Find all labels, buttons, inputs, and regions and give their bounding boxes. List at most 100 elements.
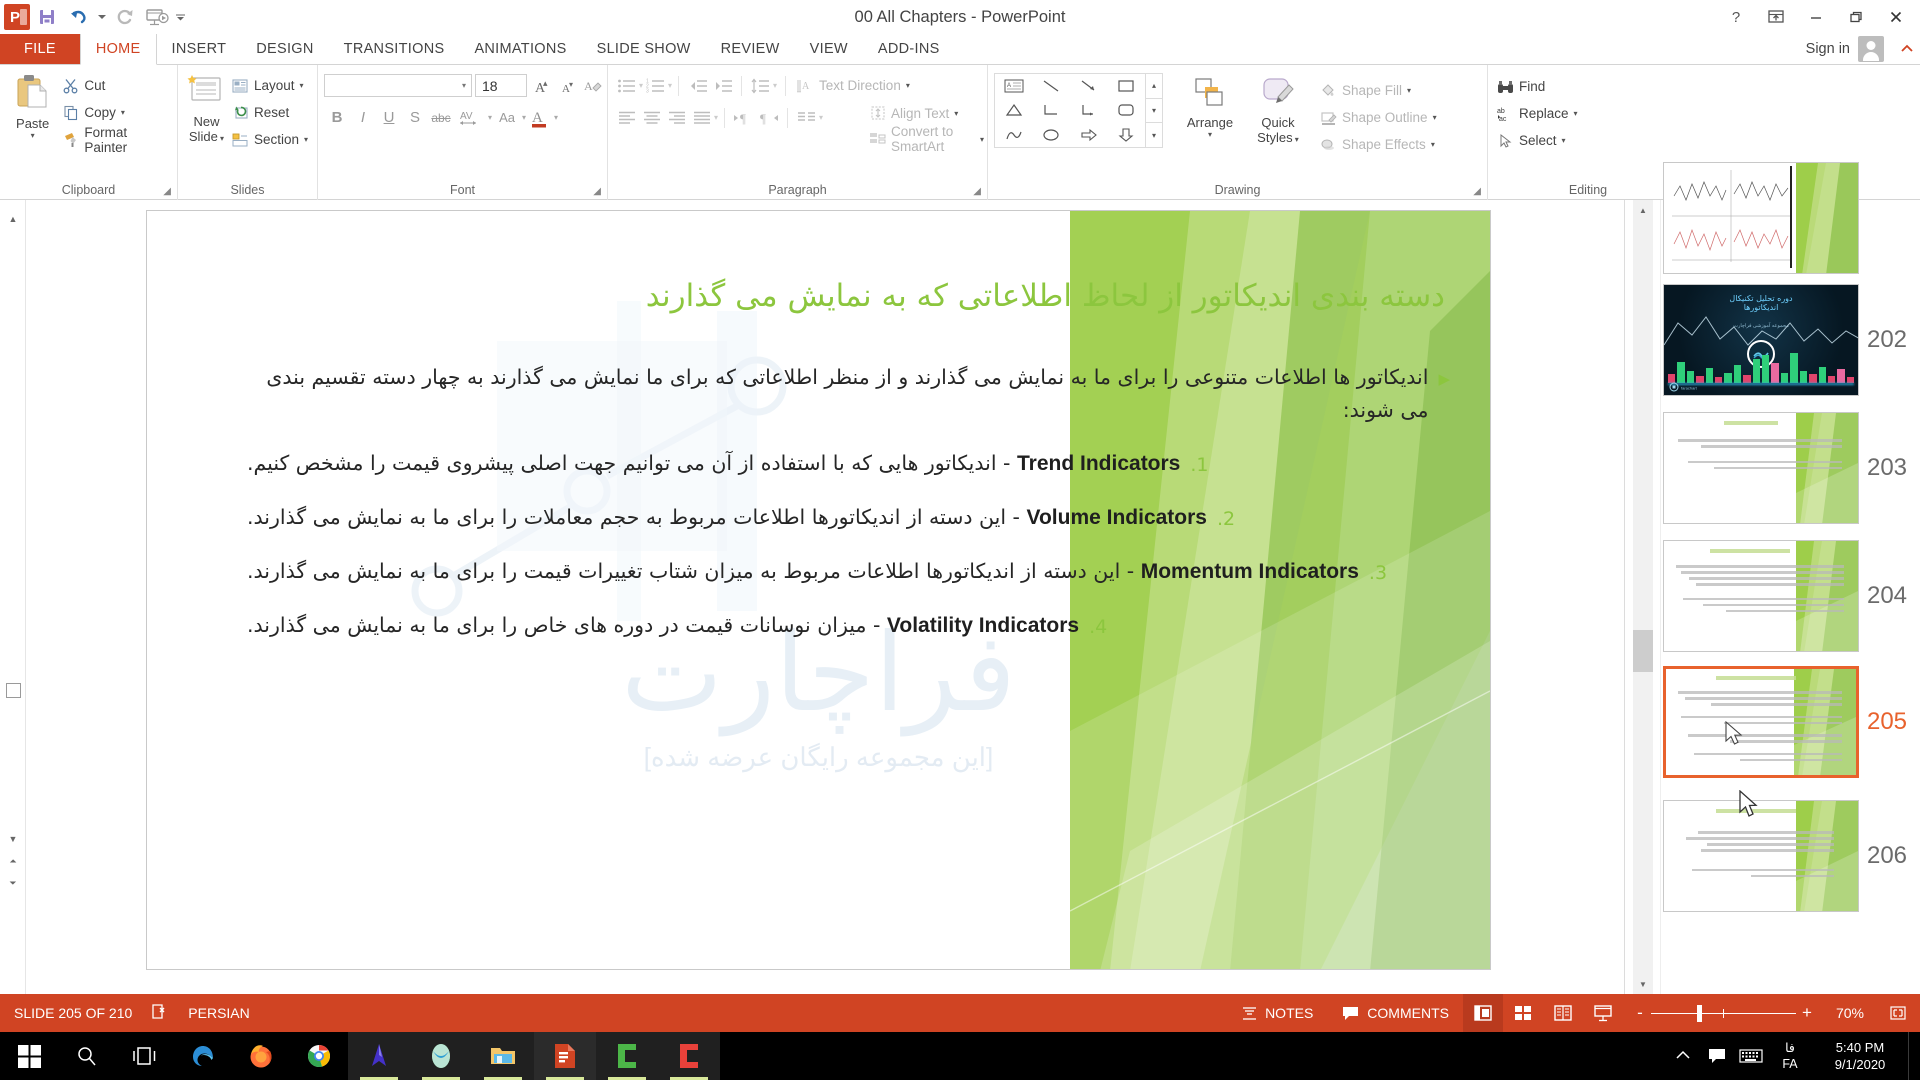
thumbnail-image[interactable]	[1663, 800, 1859, 912]
strikethrough-button[interactable]: abc	[428, 105, 454, 130]
left-to-right-button[interactable]: ¶	[731, 105, 756, 130]
character-spacing-button[interactable]: AV	[454, 105, 488, 130]
quick-styles-button[interactable]: Quick Styles ▾	[1245, 73, 1311, 147]
shape-oval[interactable]	[1033, 123, 1071, 147]
thumbnail-scroll-track[interactable]	[1633, 200, 1653, 994]
align-left-button[interactable]	[614, 105, 639, 130]
spellcheck-icon[interactable]	[150, 1003, 170, 1024]
amibroker-button[interactable]	[348, 1032, 410, 1080]
shape-triangle[interactable]	[995, 98, 1033, 122]
task-view-button[interactable]	[116, 1032, 174, 1080]
slide-thumbnail-panel[interactable]: ▲ ▼ دوره تحلیل تکنیکال اندیکاتورها مجموع…	[1624, 162, 1920, 994]
font-name-input[interactable]: ▾	[324, 74, 472, 97]
clipboard-dialog-launcher[interactable]: ◢	[163, 186, 171, 197]
numbering-dropdown-icon[interactable]: ▾	[668, 81, 672, 90]
paste-dropdown-icon[interactable]: ▾	[31, 131, 35, 140]
thumbnail-image[interactable]	[1663, 162, 1859, 274]
quick-styles-dropdown-icon[interactable]: ▾	[1293, 135, 1299, 144]
search-button[interactable]	[58, 1032, 116, 1080]
align-center-button[interactable]	[639, 105, 664, 130]
justify-dropdown-icon[interactable]: ▾	[714, 113, 718, 122]
ribbon-display-options-icon[interactable]	[1756, 2, 1796, 32]
copy-button[interactable]: Copy ▾	[59, 99, 171, 126]
layout-dropdown-icon[interactable]: ▾	[300, 81, 304, 90]
shape-fill-button[interactable]: Shape Fill ▾	[1317, 77, 1440, 104]
select-button[interactable]: Select ▾	[1494, 127, 1581, 154]
customize-qat-icon[interactable]	[174, 3, 186, 31]
save-icon[interactable]	[32, 3, 62, 31]
slideshow-view-button[interactable]	[1583, 994, 1623, 1032]
arrange-button[interactable]: Arrange ▾	[1175, 73, 1245, 139]
normal-view-button[interactable]	[1462, 994, 1503, 1032]
replace-dropdown-icon[interactable]: ▾	[1574, 109, 1578, 118]
shape-rounded-rect[interactable]	[1108, 98, 1146, 122]
reading-view-button[interactable]	[1543, 994, 1583, 1032]
decrease-indent-button[interactable]	[685, 73, 710, 98]
shrink-font-button[interactable]: A ▾	[553, 73, 579, 98]
thumbnail-scrollbar[interactable]: ▲ ▼	[1625, 200, 1661, 994]
font-color-dropdown-icon[interactable]: ▾	[554, 113, 558, 122]
align-right-button[interactable]	[664, 105, 689, 130]
drawing-dialog-launcher[interactable]: ◢	[1473, 186, 1481, 197]
shapes-more-icon[interactable]: ▾	[1146, 123, 1162, 147]
zoom-in-button[interactable]: +	[1796, 1003, 1818, 1023]
camtasia-green-button[interactable]	[596, 1032, 658, 1080]
shape-fill-dropdown-icon[interactable]: ▾	[1407, 86, 1411, 95]
thumbnail-205[interactable]: 205	[1663, 666, 1920, 778]
thumbnail-201[interactable]	[1663, 162, 1920, 274]
format-painter-button[interactable]: Format Painter	[59, 125, 171, 155]
tab-review[interactable]: REVIEW	[706, 34, 795, 64]
undo-icon[interactable]	[64, 3, 94, 31]
line-spacing-button[interactable]	[748, 73, 773, 98]
shapes-scroll-down-icon[interactable]: ▾	[1146, 99, 1162, 124]
powerpoint-button[interactable]	[534, 1032, 596, 1080]
bullets-button[interactable]	[614, 73, 639, 98]
shape-outline-dropdown-icon[interactable]: ▾	[1433, 113, 1437, 122]
tab-transitions[interactable]: TRANSITIONS	[329, 34, 460, 64]
font-color-button[interactable]: A	[526, 105, 554, 130]
fit-slide-button[interactable]	[1876, 994, 1920, 1032]
shapes-scroll-up-icon[interactable]: ▴	[1146, 74, 1162, 99]
rail-previous-slide-icon[interactable]: ⏶	[0, 850, 26, 872]
shapes-gallery-scroll[interactable]: ▴ ▾ ▾	[1146, 73, 1163, 148]
paste-button[interactable]: Paste ▾	[6, 70, 59, 140]
minimize-icon[interactable]	[1796, 2, 1836, 32]
file-explorer-button[interactable]	[472, 1032, 534, 1080]
text-direction-button[interactable]: A Text Direction ▾	[794, 74, 913, 98]
reset-button[interactable]: Reset	[229, 99, 311, 126]
columns-dropdown-icon[interactable]: ▾	[819, 113, 823, 122]
help-icon[interactable]: ?	[1716, 2, 1756, 32]
font-name-dropdown-icon[interactable]: ▾	[462, 81, 468, 90]
shape-effects-button[interactable]: Shape Effects ▾	[1317, 131, 1440, 158]
zoom-track[interactable]	[1650, 1004, 1796, 1022]
comments-button[interactable]: COMMENTS	[1327, 994, 1463, 1032]
slide-counter[interactable]: SLIDE 205 OF 210	[14, 1005, 132, 1021]
start-slideshow-icon[interactable]	[142, 3, 172, 31]
thumbnail-203[interactable]: 203	[1663, 412, 1920, 524]
italic-button[interactable]: I	[350, 105, 376, 130]
clear-formatting-button[interactable]: A	[579, 73, 605, 98]
right-to-left-button[interactable]: ¶	[756, 105, 781, 130]
align-text-dropdown-icon[interactable]: ▾	[954, 109, 958, 118]
restore-icon[interactable]	[1836, 2, 1876, 32]
start-button[interactable]	[0, 1032, 58, 1080]
collapse-ribbon-icon[interactable]	[1894, 34, 1920, 64]
shape-curve[interactable]	[995, 123, 1033, 147]
paragraph-dialog-launcher[interactable]: ◢	[973, 186, 981, 197]
text-shadow-button[interactable]: S	[402, 105, 428, 130]
zoom-level[interactable]: 70%	[1824, 1005, 1876, 1021]
grow-font-button[interactable]: A ▴	[527, 73, 553, 98]
new-slide-dropdown-icon[interactable]: ▾	[218, 134, 224, 143]
shapes-gallery[interactable]: A	[994, 73, 1146, 148]
align-text-button[interactable]: Align Text ▾	[866, 101, 961, 125]
slide-title[interactable]: دسته بندی اندیکاتور از لحاظ اطلاعاتی که …	[307, 273, 1445, 320]
rail-next-slide-icon[interactable]: ⏷	[0, 872, 26, 894]
shape-arrow[interactable]	[1070, 74, 1108, 98]
arrange-dropdown-icon[interactable]: ▾	[1208, 130, 1212, 139]
show-hidden-icons-button[interactable]	[1666, 1032, 1700, 1080]
show-desktop-button[interactable]	[1908, 1032, 1916, 1080]
sign-in-area[interactable]: Sign in	[1806, 34, 1894, 64]
shape-textbox[interactable]: A	[995, 74, 1033, 98]
font-size-input[interactable]: 18	[475, 74, 527, 97]
rail-scroll-down-icon[interactable]: ▼	[0, 828, 26, 850]
